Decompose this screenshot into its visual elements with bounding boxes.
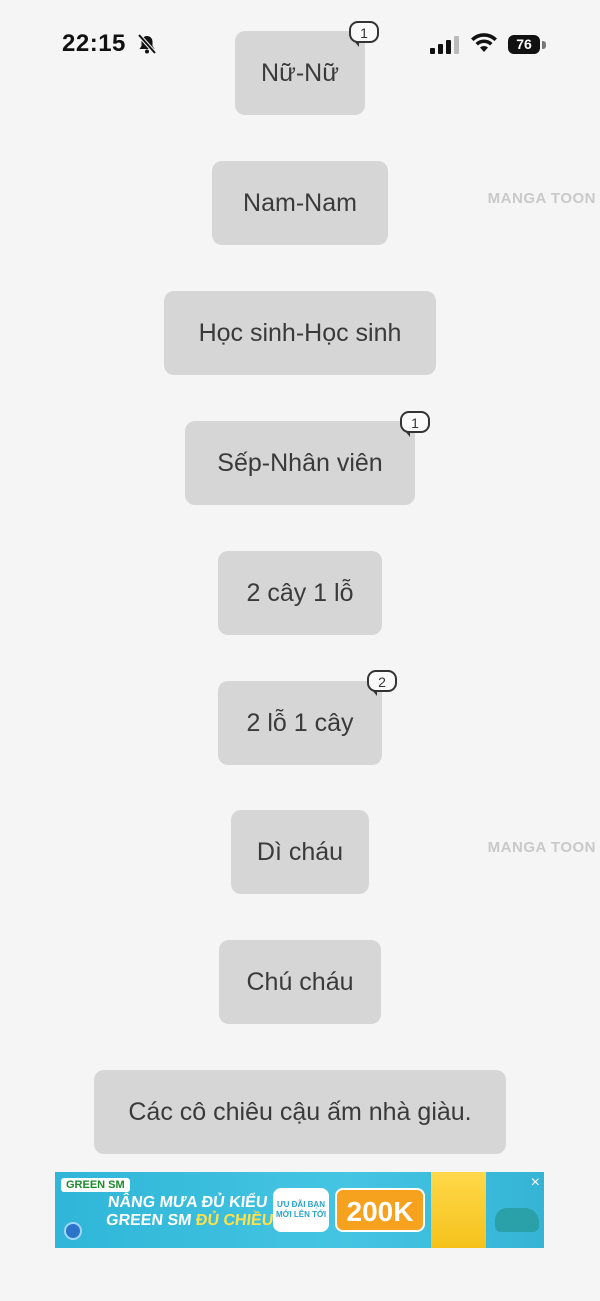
ad-headline-line2: GREEN SM ĐỦ CHIỀU xyxy=(105,1212,274,1230)
tag-co-chieu-cau-am[interactable]: Các cô chiêu cậu ấm nhà giàu. xyxy=(94,1070,506,1154)
battery-tip xyxy=(542,41,546,49)
tag-sep-nhan-vien[interactable]: Sếp-Nhân viên xyxy=(185,421,415,505)
tag-label: Chú cháu xyxy=(246,967,354,996)
watermark: MANGA TOON xyxy=(487,839,596,856)
ad-people-image xyxy=(431,1172,486,1248)
comment-count-badge: 2 xyxy=(367,670,397,696)
close-icon[interactable]: × xyxy=(531,1174,540,1192)
tag-2-lo-1-cay[interactable]: 2 lỗ 1 cây xyxy=(218,681,382,765)
ad-info-icon[interactable] xyxy=(64,1222,82,1240)
battery-indicator: 76 xyxy=(508,35,540,54)
ad-banner[interactable]: GREEN SM NÂNG MƯA ĐỦ KIỂU GREEN SM ĐỦ CH… xyxy=(55,1172,544,1248)
tag-nam-nam[interactable]: Nam-Nam xyxy=(212,161,388,245)
tag-label: Các cô chiêu cậu ấm nhà giàu. xyxy=(128,1097,472,1126)
tag-hoc-sinh[interactable]: Học sinh-Học sinh xyxy=(164,291,436,375)
tag-nu-nu[interactable]: Nữ-Nữ xyxy=(235,31,365,115)
comment-count-badge: 1 xyxy=(349,21,379,47)
ad-headline: NÂNG MƯA ĐỦ KIỂU GREEN SM ĐỦ CHIỀU xyxy=(105,1194,276,1230)
ad-promo-label: ƯU ĐÃI BẠN MỚI LÊN TỚI xyxy=(273,1188,329,1232)
tag-label: Sếp-Nhân viên xyxy=(217,448,383,477)
status-time: 22:15 xyxy=(62,30,126,57)
ad-headline-line1: NÂNG MƯA ĐỦ KIỂU xyxy=(107,1194,269,1211)
tag-chu-chau[interactable]: Chú cháu xyxy=(219,940,381,1024)
bell-muted-icon xyxy=(137,33,157,55)
comment-count-badge: 1 xyxy=(400,411,430,437)
ad-brand-logo: GREEN SM xyxy=(61,1178,130,1192)
tag-label: Nam-Nam xyxy=(243,188,357,217)
tag-label: 2 lỗ 1 cây xyxy=(246,708,354,737)
wifi-icon xyxy=(471,33,497,52)
tag-label: Học sinh-Học sinh xyxy=(198,318,402,347)
ad-headline-brand: GREEN SM xyxy=(105,1212,193,1229)
ad-car-image xyxy=(495,1208,539,1232)
tag-label: 2 cây 1 lỗ xyxy=(246,578,354,607)
tag-label: Nữ-Nữ xyxy=(261,58,339,87)
watermark: MANGA TOON xyxy=(487,190,596,207)
cellular-signal-icon xyxy=(430,36,459,54)
tag-di-chau[interactable]: Dì cháu xyxy=(231,810,369,894)
ad-amount: 200K xyxy=(335,1188,425,1232)
ad-headline-highlight: ĐỦ CHIỀU xyxy=(195,1212,275,1229)
tag-label: Dì cháu xyxy=(256,837,344,866)
tag-2-cay-1-lo[interactable]: 2 cây 1 lỗ xyxy=(218,551,382,635)
